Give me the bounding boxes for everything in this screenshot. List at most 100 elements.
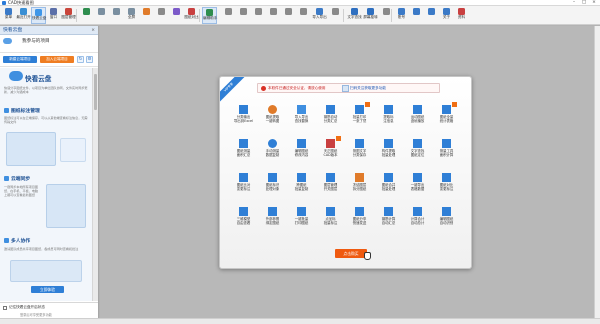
feature-item[interactable]: 图纸比对 变更标注 xyxy=(231,173,256,198)
text-icon xyxy=(173,8,180,15)
feature-item[interactable]: 图纸全量 统计表格 xyxy=(434,102,459,130)
feature-item[interactable]: 天正图纸 CAD版本 xyxy=(318,136,343,164)
buy-now-button[interactable]: 点击购买 xyxy=(335,249,367,258)
toolbar-item[interactable]: 全屏 xyxy=(124,7,139,24)
toolbar-item[interactable]: 账号 xyxy=(394,7,409,24)
refresh-icon[interactable]: ↻ xyxy=(77,56,84,63)
toolbar-item[interactable] xyxy=(266,7,281,24)
feature-item[interactable]: 测图文字 分类保存 xyxy=(347,139,372,164)
toolbar-item[interactable]: 菜单 xyxy=(1,7,16,24)
toolbar-item-label: 快看云盘 xyxy=(32,16,47,20)
canvas-scrollbar[interactable] xyxy=(594,26,600,318)
feature-label: 编辑图纸 自动识别 xyxy=(439,217,454,225)
recent-icon xyxy=(20,8,27,15)
toolbar-item[interactable]: 窗口 xyxy=(46,7,61,24)
count-icon xyxy=(285,8,292,15)
feature-icon xyxy=(413,173,422,182)
sidebar-close-icon[interactable]: × xyxy=(91,26,95,35)
toolbar-item[interactable]: 图纸对比 xyxy=(184,7,199,24)
feature-icon xyxy=(326,139,335,148)
toolbar-item[interactable] xyxy=(94,7,109,24)
new-cloud-project-button[interactable]: 新建云端项目 xyxy=(3,56,37,63)
feature-item[interactable]: 钢筋计算 自动汇总 xyxy=(376,207,401,232)
feature-item[interactable]: 计算合计 自动总计 xyxy=(405,207,430,232)
feature-item[interactable]: 一键导出 表格数据 xyxy=(405,173,430,198)
feature-item[interactable]: 文字查找 图纸定位 xyxy=(405,139,430,164)
window-icon xyxy=(50,8,57,15)
vip-ribbon: VIP专享 xyxy=(220,77,246,105)
feature-item[interactable]: 运动图纸 逐帧播放 xyxy=(405,105,430,130)
feature-item[interactable]: 冻结图层 拆分图纸 xyxy=(347,173,372,198)
toolbar-separator xyxy=(391,9,392,22)
toolbar-item[interactable]: 屏幕旋转 xyxy=(363,7,378,24)
join-cloud-project-button[interactable]: 加入云端项目 xyxy=(40,56,74,63)
toolbar-item[interactable] xyxy=(109,7,124,24)
feature-item[interactable]: 外部参照 绑定图纸 xyxy=(260,207,285,232)
toolbar-item[interactable] xyxy=(139,7,154,24)
sidebar-scroll-thumb[interactable] xyxy=(94,74,97,110)
feature-item[interactable]: 跨图纸 批量复制 xyxy=(289,173,314,198)
toolbar-item[interactable] xyxy=(221,7,236,24)
feature-icon xyxy=(268,139,277,148)
try-now-button[interactable]: 立即体验 xyxy=(31,286,64,293)
toolbar-item[interactable]: 最近打开 xyxy=(16,7,31,24)
feature-item[interactable]: 图纸测量 面积汇总 xyxy=(231,139,256,164)
feature-item[interactable]: 图纸标识 处理对象 xyxy=(260,173,285,198)
measure-icon xyxy=(225,8,232,15)
sidebar-footer: 记住快看云盘开启状态 登录后可享受更多功能 xyxy=(0,302,98,318)
toolbar-separator xyxy=(199,9,200,22)
toolbar-item[interactable]: 图层管理 xyxy=(61,7,76,24)
feature-label: 一键批量 打印图纸 xyxy=(294,217,309,225)
project-section: 我参与的项目 xyxy=(0,35,98,53)
qr-code-icon[interactable] xyxy=(342,85,349,92)
toolbar-item[interactable] xyxy=(296,7,311,24)
feature-item[interactable]: 图纸提取 一键转图 xyxy=(260,105,285,130)
account-icon xyxy=(398,8,405,15)
feature-item[interactable]: 手动测量 数据复制 xyxy=(260,139,285,164)
toolbar-item[interactable] xyxy=(281,7,296,24)
feature-item[interactable]: 编辑图纸 自动识别 xyxy=(434,207,459,232)
toolbar-item[interactable] xyxy=(154,7,169,24)
feature-item[interactable]: 分类输出 导出到Excel xyxy=(231,105,256,130)
toolbar-item[interactable] xyxy=(79,7,94,24)
toolbar-item[interactable] xyxy=(328,7,343,24)
remember-state-checkbox[interactable] xyxy=(3,306,7,310)
notice-text: 本软件已通过安全认证，请放心使用 xyxy=(268,86,326,90)
toolbar-item[interactable] xyxy=(251,7,266,24)
feature-item[interactable]: 构件提取 批量处理 xyxy=(376,139,401,164)
toolbar-item[interactable]: 编辑助手 xyxy=(202,7,217,24)
cloud-promo-panel: 快看云盘 快速分享图纸文件，以项目为单位团队协同，文件实时同步更新，减少沟通成本… xyxy=(0,68,93,301)
toolbar-item[interactable]: 文字查找 xyxy=(347,7,362,24)
toolbar-item[interactable] xyxy=(424,7,439,24)
feature-item[interactable]: 钢筋自动 分类汇总 xyxy=(318,105,343,130)
toolbar-item[interactable]: 快看云盘 xyxy=(31,7,46,24)
notice-link[interactable]: 扫码关注获取更多功能 xyxy=(350,84,386,93)
feature-item[interactable]: 图纸分享 快速发送 xyxy=(347,207,372,232)
feature-item[interactable]: 三维模型 自由查看 xyxy=(231,207,256,232)
toolbar-item[interactable] xyxy=(236,7,251,24)
toolbar-item[interactable] xyxy=(169,7,184,24)
toolbar-item[interactable]: 关于 xyxy=(439,7,454,24)
feature-icon xyxy=(384,207,393,216)
feature-item[interactable]: 导入导出 查找替换 xyxy=(289,105,314,130)
toolbar-item[interactable]: 导入导出 xyxy=(312,7,327,24)
feature-item[interactable]: 图层管理 开关图层 xyxy=(318,173,343,198)
feature-item[interactable]: 批量打印 一张了然 xyxy=(347,102,372,130)
feature-item[interactable]: 提取标 注信息 xyxy=(376,105,401,130)
feature-icon xyxy=(268,173,277,182)
section-annotation-text: 图纸标注可以在云端保存，可以从其他端查看标注信息，无需传输文件 xyxy=(4,116,88,124)
feature-item[interactable]: 一键批量 打印图纸 xyxy=(289,207,314,232)
toolbar-item[interactable] xyxy=(409,7,424,24)
settings-icon[interactable]: ⚙ xyxy=(86,56,93,63)
feature-item[interactable]: 点坐标 批量标注 xyxy=(318,207,343,232)
feature-item[interactable]: 图纸对比 变更标注 xyxy=(434,173,459,198)
toolbar-item-label: 菜单 xyxy=(4,15,13,19)
feature-item[interactable]: 测量工具 面积计算 xyxy=(434,139,459,164)
sidebar-scrollbar[interactable] xyxy=(92,68,98,301)
promo-title: 快看云盘 xyxy=(25,75,52,83)
feature-icon xyxy=(384,105,393,114)
toolbar-item[interactable]: 资料 xyxy=(454,7,469,24)
undo-icon xyxy=(98,8,105,15)
feature-item[interactable]: 图纸合并 批量处理 xyxy=(376,173,401,198)
feature-item[interactable]: 编辑图纸 修改内容 xyxy=(289,139,314,164)
